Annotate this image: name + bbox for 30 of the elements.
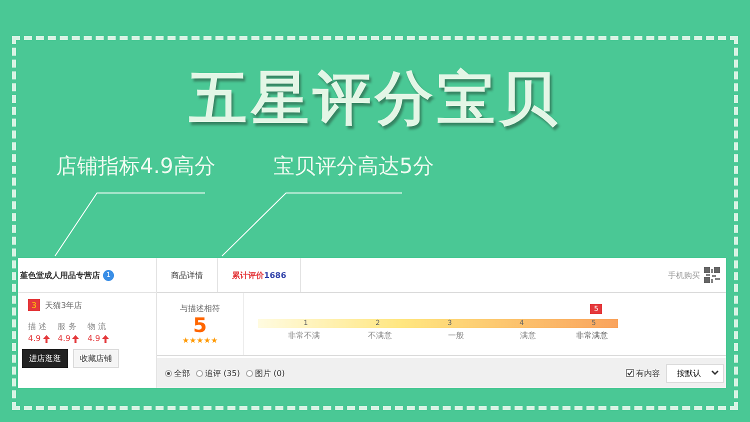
scale-label: 非常不满 — [287, 330, 321, 341]
check-icon — [627, 369, 633, 377]
metric-value: 4.9 — [87, 334, 100, 343]
callout-text: 宝贝评分高达5分 — [273, 153, 434, 180]
shop-name[interactable]: 堇色堂成人用品专营店 — [20, 270, 100, 280]
metric-value: 4.9 — [28, 334, 41, 343]
metric-value: 4.9 — [58, 334, 70, 343]
metric-label: 描 述 — [28, 321, 48, 332]
shop-button[interactable]: 收藏店铺 — [73, 349, 119, 368]
qr-code-icon[interactable] — [704, 267, 720, 283]
callout-text: 店铺指标4.9高分 — [56, 153, 216, 180]
scale-label: 不满意 — [367, 330, 393, 341]
scale-label: 满意 — [519, 330, 537, 341]
sort-dropdown[interactable]: 按默认 — [666, 364, 724, 382]
filter-radio[interactable]: 图片 (0) — [246, 368, 285, 378]
caret-icon — [711, 370, 719, 376]
scale-label: 非常满意 — [575, 330, 609, 341]
has-content-checkbox[interactable]: 有内容 — [626, 368, 660, 378]
filter-radio[interactable]: 追评 (35) — [196, 368, 240, 378]
star-rating: ★★★★★ — [182, 336, 218, 345]
shop-button[interactable]: 进店逛逛 — [22, 349, 68, 368]
shop-age: 天猫3年店 — [45, 300, 82, 310]
metric-label: 服 务 — [58, 321, 78, 332]
headline: 五星评分宝贝 — [188, 63, 562, 134]
score-label: 与描述相符 — [180, 303, 220, 314]
filter-radio[interactable]: 全部 — [165, 368, 190, 378]
scale-label: 一般 — [447, 330, 465, 341]
rank-badge: 3 — [28, 299, 40, 311]
score-value: 5 — [193, 314, 207, 336]
metric-label: 物 流 — [87, 321, 108, 332]
